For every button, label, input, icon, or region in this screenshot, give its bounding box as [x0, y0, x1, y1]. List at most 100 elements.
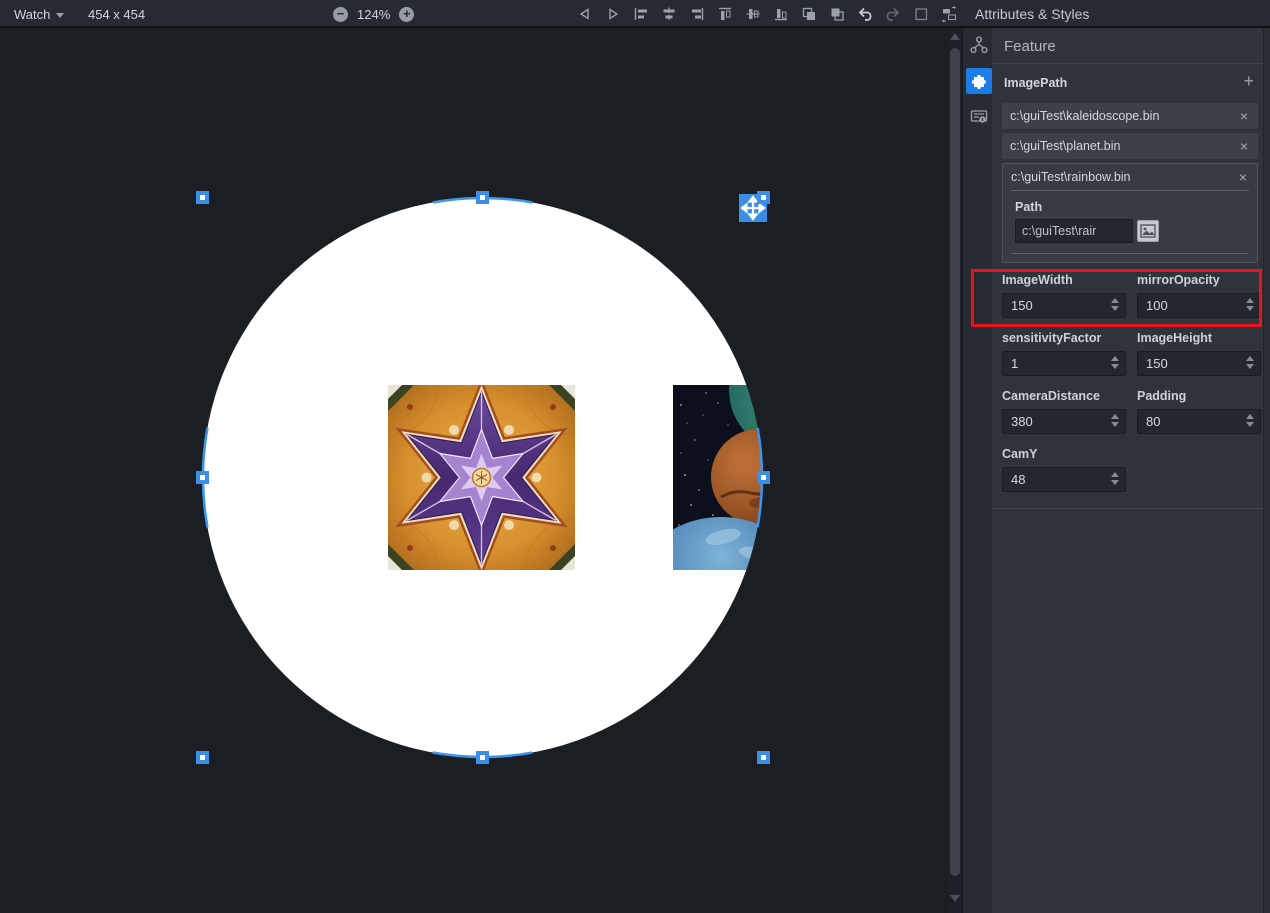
list-info-icon — [968, 107, 990, 127]
camy-input[interactable] — [1003, 468, 1107, 491]
mirroropacity-input[interactable] — [1138, 294, 1242, 317]
toolbar-icons — [576, 0, 958, 28]
property-label: CamY — [1002, 447, 1126, 462]
imagepath-item[interactable]: c:\guiTest\rainbow.bin × — [1011, 164, 1249, 191]
divider — [1011, 253, 1249, 254]
align-top-button[interactable] — [716, 5, 734, 23]
padding-input[interactable] — [1138, 410, 1242, 433]
remove-imagepath-button[interactable]: × — [1238, 108, 1250, 124]
kaleidoscope-widget-circle[interactable] — [203, 198, 762, 757]
planet-image[interactable] — [673, 385, 762, 570]
property-field — [1002, 351, 1126, 376]
align-right-icon — [688, 5, 706, 23]
nav-previous-button[interactable] — [576, 5, 594, 23]
imagepath-item[interactable]: c:\guiTest\kaleidoscope.bin × — [1002, 103, 1258, 129]
spin-down-icon[interactable] — [1246, 422, 1254, 427]
redo-button[interactable] — [884, 5, 902, 23]
selection-handle-middle-left[interactable] — [196, 471, 209, 484]
panel-tab-strip — [963, 28, 992, 913]
select-rectangle-button[interactable] — [912, 5, 930, 23]
imagepath-label: ImagePath — [1004, 76, 1067, 90]
path-input[interactable] — [1015, 219, 1133, 243]
selection-handle-bottom-left[interactable] — [196, 751, 209, 764]
spin-down-icon[interactable] — [1111, 364, 1119, 369]
sensitivityfactor-input[interactable] — [1003, 352, 1107, 375]
properties-grid: ImageWidth mirrorOpacity sensitivityFact… — [1002, 273, 1261, 492]
spin-up-icon[interactable] — [1246, 356, 1254, 361]
panel-content: Feature ImagePath + c:\guiTest\kaleidosc… — [992, 28, 1270, 913]
design-canvas[interactable] — [0, 28, 948, 913]
property-label: CameraDistance — [1002, 389, 1126, 404]
spinner-arrows[interactable] — [1111, 414, 1120, 427]
plus-icon: + — [403, 7, 411, 21]
add-imagepath-button[interactable]: + — [1243, 72, 1254, 90]
watch-dropdown[interactable]: Watch — [14, 0, 64, 28]
selection-handle-top-left[interactable] — [196, 191, 209, 204]
property-field — [1002, 467, 1126, 492]
spinner-arrows[interactable] — [1111, 472, 1120, 485]
spin-down-icon[interactable] — [1246, 306, 1254, 311]
selection-handle-bottom-center[interactable] — [476, 751, 489, 764]
divider — [992, 508, 1264, 509]
selection-handle-top-center[interactable] — [476, 191, 489, 204]
spin-up-icon[interactable] — [1111, 356, 1119, 361]
zoom-in-button[interactable]: + — [399, 7, 414, 22]
spinner-arrows[interactable] — [1246, 356, 1255, 369]
browse-image-button[interactable] — [1137, 220, 1159, 242]
send-to-back-button[interactable] — [828, 5, 846, 23]
undo-button[interactable] — [856, 5, 874, 23]
selection-handle-bottom-right[interactable] — [757, 751, 770, 764]
property-field — [1137, 409, 1261, 434]
align-bottom-button[interactable] — [772, 5, 790, 23]
property-imageheight: ImageHeight — [1137, 331, 1261, 376]
redo-icon — [884, 5, 902, 23]
spin-up-icon[interactable] — [1246, 414, 1254, 419]
align-left-button[interactable] — [632, 5, 650, 23]
tab-widget-tree[interactable] — [966, 32, 992, 58]
tab-properties-list[interactable] — [966, 104, 992, 130]
spin-up-icon[interactable] — [1111, 472, 1119, 477]
kaleidoscope-image[interactable] — [388, 385, 575, 570]
spin-down-icon[interactable] — [1111, 422, 1119, 427]
spinner-arrows[interactable] — [1111, 298, 1120, 311]
spin-down-icon[interactable] — [1246, 364, 1254, 369]
send-to-back-icon — [828, 5, 846, 23]
property-label: ImageWidth — [1002, 273, 1126, 288]
reorder-widgets-button[interactable] — [940, 5, 958, 23]
align-top-icon — [716, 5, 734, 23]
zoom-level: 124% — [357, 7, 390, 22]
selection-handle-top-right[interactable] — [757, 191, 770, 204]
align-right-button[interactable] — [688, 5, 706, 23]
imageheight-input[interactable] — [1138, 352, 1242, 375]
zoom-out-button[interactable]: − — [333, 7, 348, 22]
rectangle-icon — [912, 5, 930, 23]
scroll-down-arrow[interactable] — [950, 895, 960, 905]
imagewidth-input[interactable] — [1003, 294, 1107, 317]
scrollbar-thumb[interactable] — [950, 48, 960, 876]
spinner-arrows[interactable] — [1246, 298, 1255, 311]
attributes-panel: Feature ImagePath + c:\guiTest\kaleidosc… — [962, 28, 1270, 913]
bring-to-front-button[interactable] — [800, 5, 818, 23]
scroll-up-arrow[interactable] — [950, 33, 960, 43]
spinner-arrows[interactable] — [1246, 414, 1255, 427]
remove-imagepath-button[interactable]: × — [1238, 138, 1250, 154]
spin-down-icon[interactable] — [1111, 480, 1119, 485]
spin-up-icon[interactable] — [1111, 414, 1119, 419]
canvas-scrollbar[interactable] — [948, 28, 962, 913]
cameradistance-input[interactable] — [1003, 410, 1107, 433]
selection-handle-middle-right[interactable] — [757, 471, 770, 484]
align-middle-vertical-button[interactable] — [744, 5, 762, 23]
panel-title: Attributes & Styles — [975, 0, 1089, 28]
spin-up-icon[interactable] — [1246, 298, 1254, 303]
spin-down-icon[interactable] — [1111, 306, 1119, 311]
property-field — [1137, 293, 1261, 318]
remove-imagepath-button[interactable]: × — [1237, 169, 1249, 185]
spinner-arrows[interactable] — [1111, 356, 1120, 369]
imagepath-item[interactable]: c:\guiTest\planet.bin × — [1002, 133, 1258, 159]
tab-feature[interactable] — [966, 68, 992, 94]
nav-next-button[interactable] — [604, 5, 622, 23]
align-center-horizontal-button[interactable] — [660, 5, 678, 23]
canvas-size-label: 454 x 454 — [88, 0, 145, 28]
spin-up-icon[interactable] — [1111, 298, 1119, 303]
triangle-left-icon — [576, 5, 594, 23]
